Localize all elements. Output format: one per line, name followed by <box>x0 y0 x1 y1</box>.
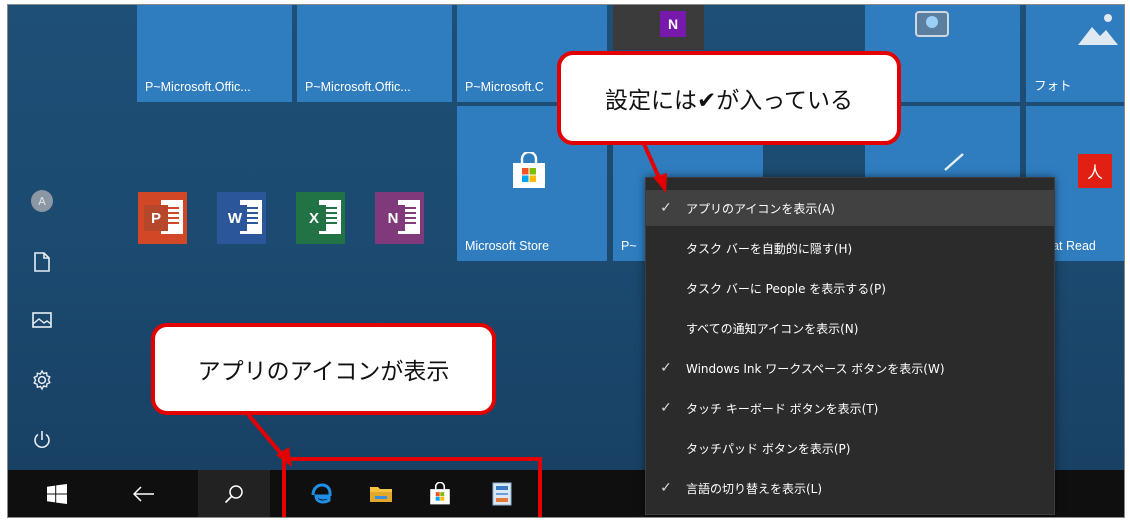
callout-settings-checked: 設定には✔が入っている <box>557 51 901 145</box>
callout-text: 設定には✔が入っている <box>604 88 854 114</box>
callout-text: アプリのアイコンが表示 <box>197 359 450 385</box>
start-menu-screenshot: A P~Microsoft.Offic... P~Microsoft.Offic… <box>7 4 1125 518</box>
callout-app-icons-shown: アプリのアイコンが表示 <box>151 323 496 415</box>
